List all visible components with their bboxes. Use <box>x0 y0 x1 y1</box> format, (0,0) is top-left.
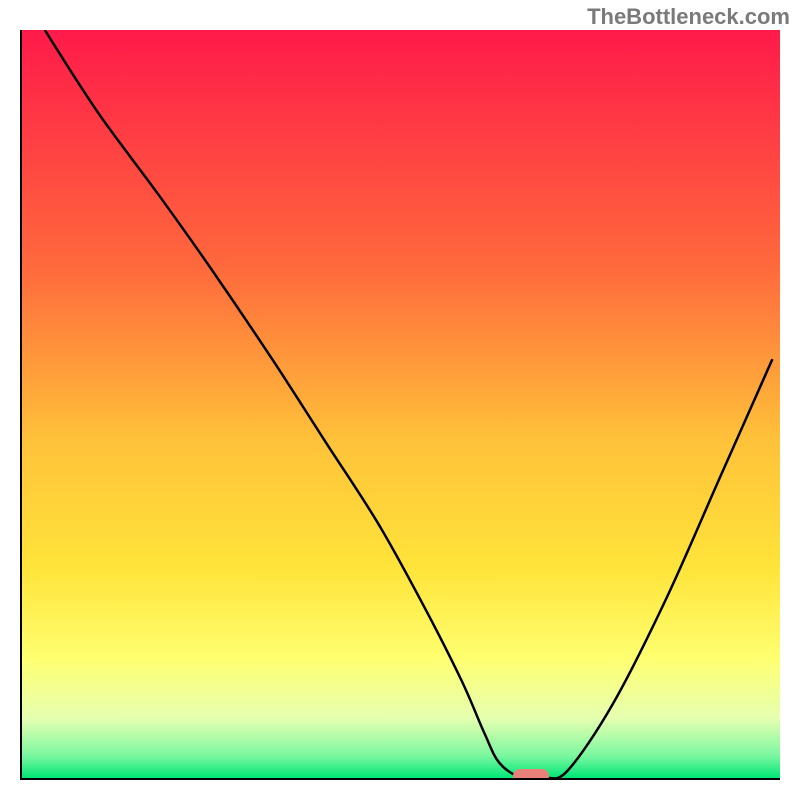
optimal-marker <box>513 769 549 780</box>
curve-line <box>22 30 780 778</box>
watermark-text: TheBottleneck.com <box>587 4 790 30</box>
plot-area <box>20 30 780 780</box>
chart-container: TheBottleneck.com <box>0 0 800 800</box>
